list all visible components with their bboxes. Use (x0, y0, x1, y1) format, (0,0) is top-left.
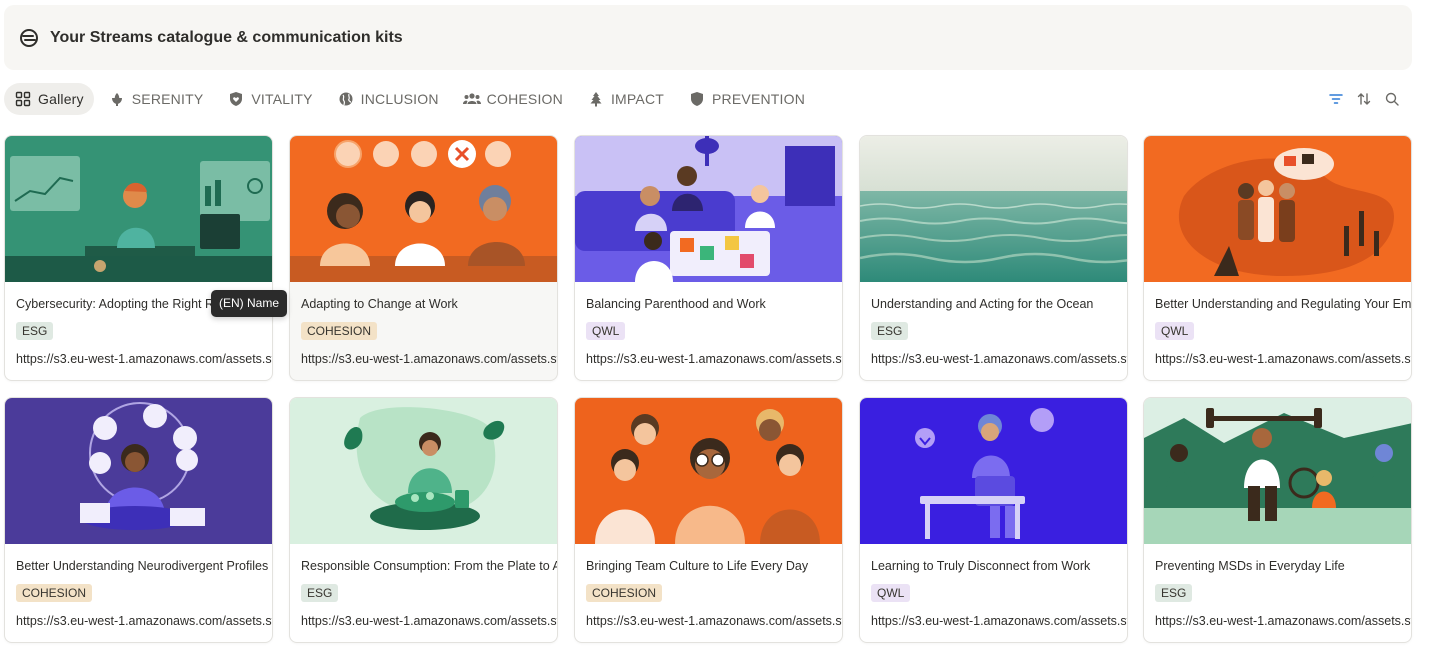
gallery-card[interactable]: Preventing MSDs in Everyday Life ESG htt… (1143, 397, 1412, 643)
card-tag: QWL (871, 584, 911, 602)
card-url-link[interactable]: https://s3.eu-west-1.amazonaws.com/asset… (586, 614, 842, 628)
card-url-link[interactable]: https://s3.eu-west-1.amazonaws.com/asset… (301, 614, 557, 628)
tab-label: VITALITY (251, 91, 313, 107)
view-tabs: Gallery SERENITY VITALITY INCLUSION COHE… (4, 83, 1414, 115)
card-url-link[interactable]: https://s3.eu-west-1.amazonaws.com/asset… (301, 352, 557, 366)
card-cover-image (290, 136, 557, 282)
gallery-grid-icon (14, 90, 32, 108)
card-tag: QWL (586, 322, 626, 340)
gallery-card[interactable]: Better Understanding Neurodivergent Prof… (4, 397, 273, 643)
filter-icon[interactable] (1322, 85, 1350, 113)
card-tag: ESG (301, 584, 339, 602)
card-cover-image (1144, 136, 1411, 282)
card-url-link[interactable]: https://s3.eu-west-1.amazonaws.com/asset… (871, 614, 1127, 628)
card-url-link[interactable]: https://s3.eu-west-1.amazonaws.com/asset… (1155, 614, 1411, 628)
card-tag: ESG (871, 322, 909, 340)
card-cover-image (1144, 398, 1411, 544)
card-name: Responsible Consumption: From the Plate … (301, 559, 557, 573)
card-name: Better Understanding Neurodivergent Prof… (16, 559, 269, 573)
tab-impact[interactable]: IMPACT (577, 83, 674, 115)
tab-label: IMPACT (610, 91, 665, 107)
shield-icon (688, 90, 706, 108)
page-header: Your Streams catalogue & communication k… (4, 5, 1412, 70)
people-icon (462, 90, 481, 108)
gallery-card[interactable]: Balancing Parenthood and Work QWL https:… (574, 135, 843, 381)
tab-prevention[interactable]: PREVENTION (678, 83, 815, 115)
tab-cohesion[interactable]: COHESION (453, 83, 573, 115)
card-url-link[interactable]: https://s3.eu-west-1.amazonaws.com/asset… (871, 352, 1127, 366)
gallery-card[interactable]: Bringing Team Culture to Life Every Day … (574, 397, 843, 643)
tab-inclusion[interactable]: INCLUSION (327, 83, 449, 115)
card-cover-image (290, 398, 557, 544)
card-name: Better Understanding and Regulating Your… (1155, 297, 1411, 311)
gallery-card[interactable]: Cybersecurity: Adopting the Right Reflex… (4, 135, 273, 381)
globe-icon (337, 90, 355, 108)
card-tag: COHESION (16, 584, 93, 602)
gallery-card[interactable]: Learning to Truly Disconnect from Work Q… (859, 397, 1128, 643)
tab-label: SERENITY (131, 91, 204, 107)
sort-icon[interactable] (1350, 85, 1378, 113)
card-name: Preventing MSDs in Everyday Life (1155, 559, 1345, 573)
card-name: Bringing Team Culture to Life Every Day (586, 559, 809, 573)
card-tag: COHESION (301, 322, 378, 340)
heart-shield-icon (227, 90, 245, 108)
card-url-link[interactable]: https://s3.eu-west-1.amazonaws.com/asset… (586, 352, 842, 366)
view-tools (1322, 83, 1406, 115)
card-cover-image (5, 136, 272, 282)
tab-label: COHESION (486, 91, 563, 107)
gallery-card[interactable]: Better Understanding and Regulating Your… (1143, 135, 1412, 381)
card-name: Learning to Truly Disconnect from Work (871, 559, 1091, 573)
gallery-card[interactable]: Understanding and Acting for the Ocean E… (859, 135, 1128, 381)
card-url-link[interactable]: https://s3.eu-west-1.amazonaws.com/asset… (16, 352, 272, 366)
card-cover-image (575, 136, 842, 282)
lotus-icon (108, 90, 126, 108)
tab-label: PREVENTION (712, 91, 806, 107)
card-name: Balancing Parenthood and Work (586, 297, 766, 311)
card-url-link[interactable]: https://s3.eu-west-1.amazonaws.com/asset… (16, 614, 272, 628)
card-tag: ESG (16, 322, 54, 340)
card-cover-image (5, 398, 272, 544)
gallery-card[interactable]: Responsible Consumption: From the Plate … (289, 397, 558, 643)
gallery-card[interactable]: Adapting to Change at Work COHESION http… (289, 135, 558, 381)
link-stream-icon (18, 27, 40, 49)
card-tag: ESG (1155, 584, 1193, 602)
tab-serenity[interactable]: SERENITY (98, 83, 214, 115)
tab-label: INCLUSION (360, 91, 439, 107)
column-name-tooltip: (EN) Name (211, 290, 288, 317)
card-name: Adapting to Change at Work (301, 297, 458, 311)
page-title: Your Streams catalogue & communication k… (50, 28, 403, 46)
card-cover-image (575, 398, 842, 544)
card-tag: COHESION (586, 584, 663, 602)
tab-gallery[interactable]: Gallery (4, 83, 94, 115)
card-url-link[interactable]: https://s3.eu-west-1.amazonaws.com/asset… (1155, 352, 1411, 366)
tree-icon (587, 90, 605, 108)
card-cover-image (860, 398, 1127, 544)
tab-label: Gallery (38, 91, 84, 107)
search-icon[interactable] (1378, 85, 1406, 113)
card-name: Understanding and Acting for the Ocean (871, 297, 1094, 311)
tab-vitality[interactable]: VITALITY (217, 83, 322, 115)
card-cover-image (860, 136, 1127, 282)
card-tag: QWL (1155, 322, 1195, 340)
